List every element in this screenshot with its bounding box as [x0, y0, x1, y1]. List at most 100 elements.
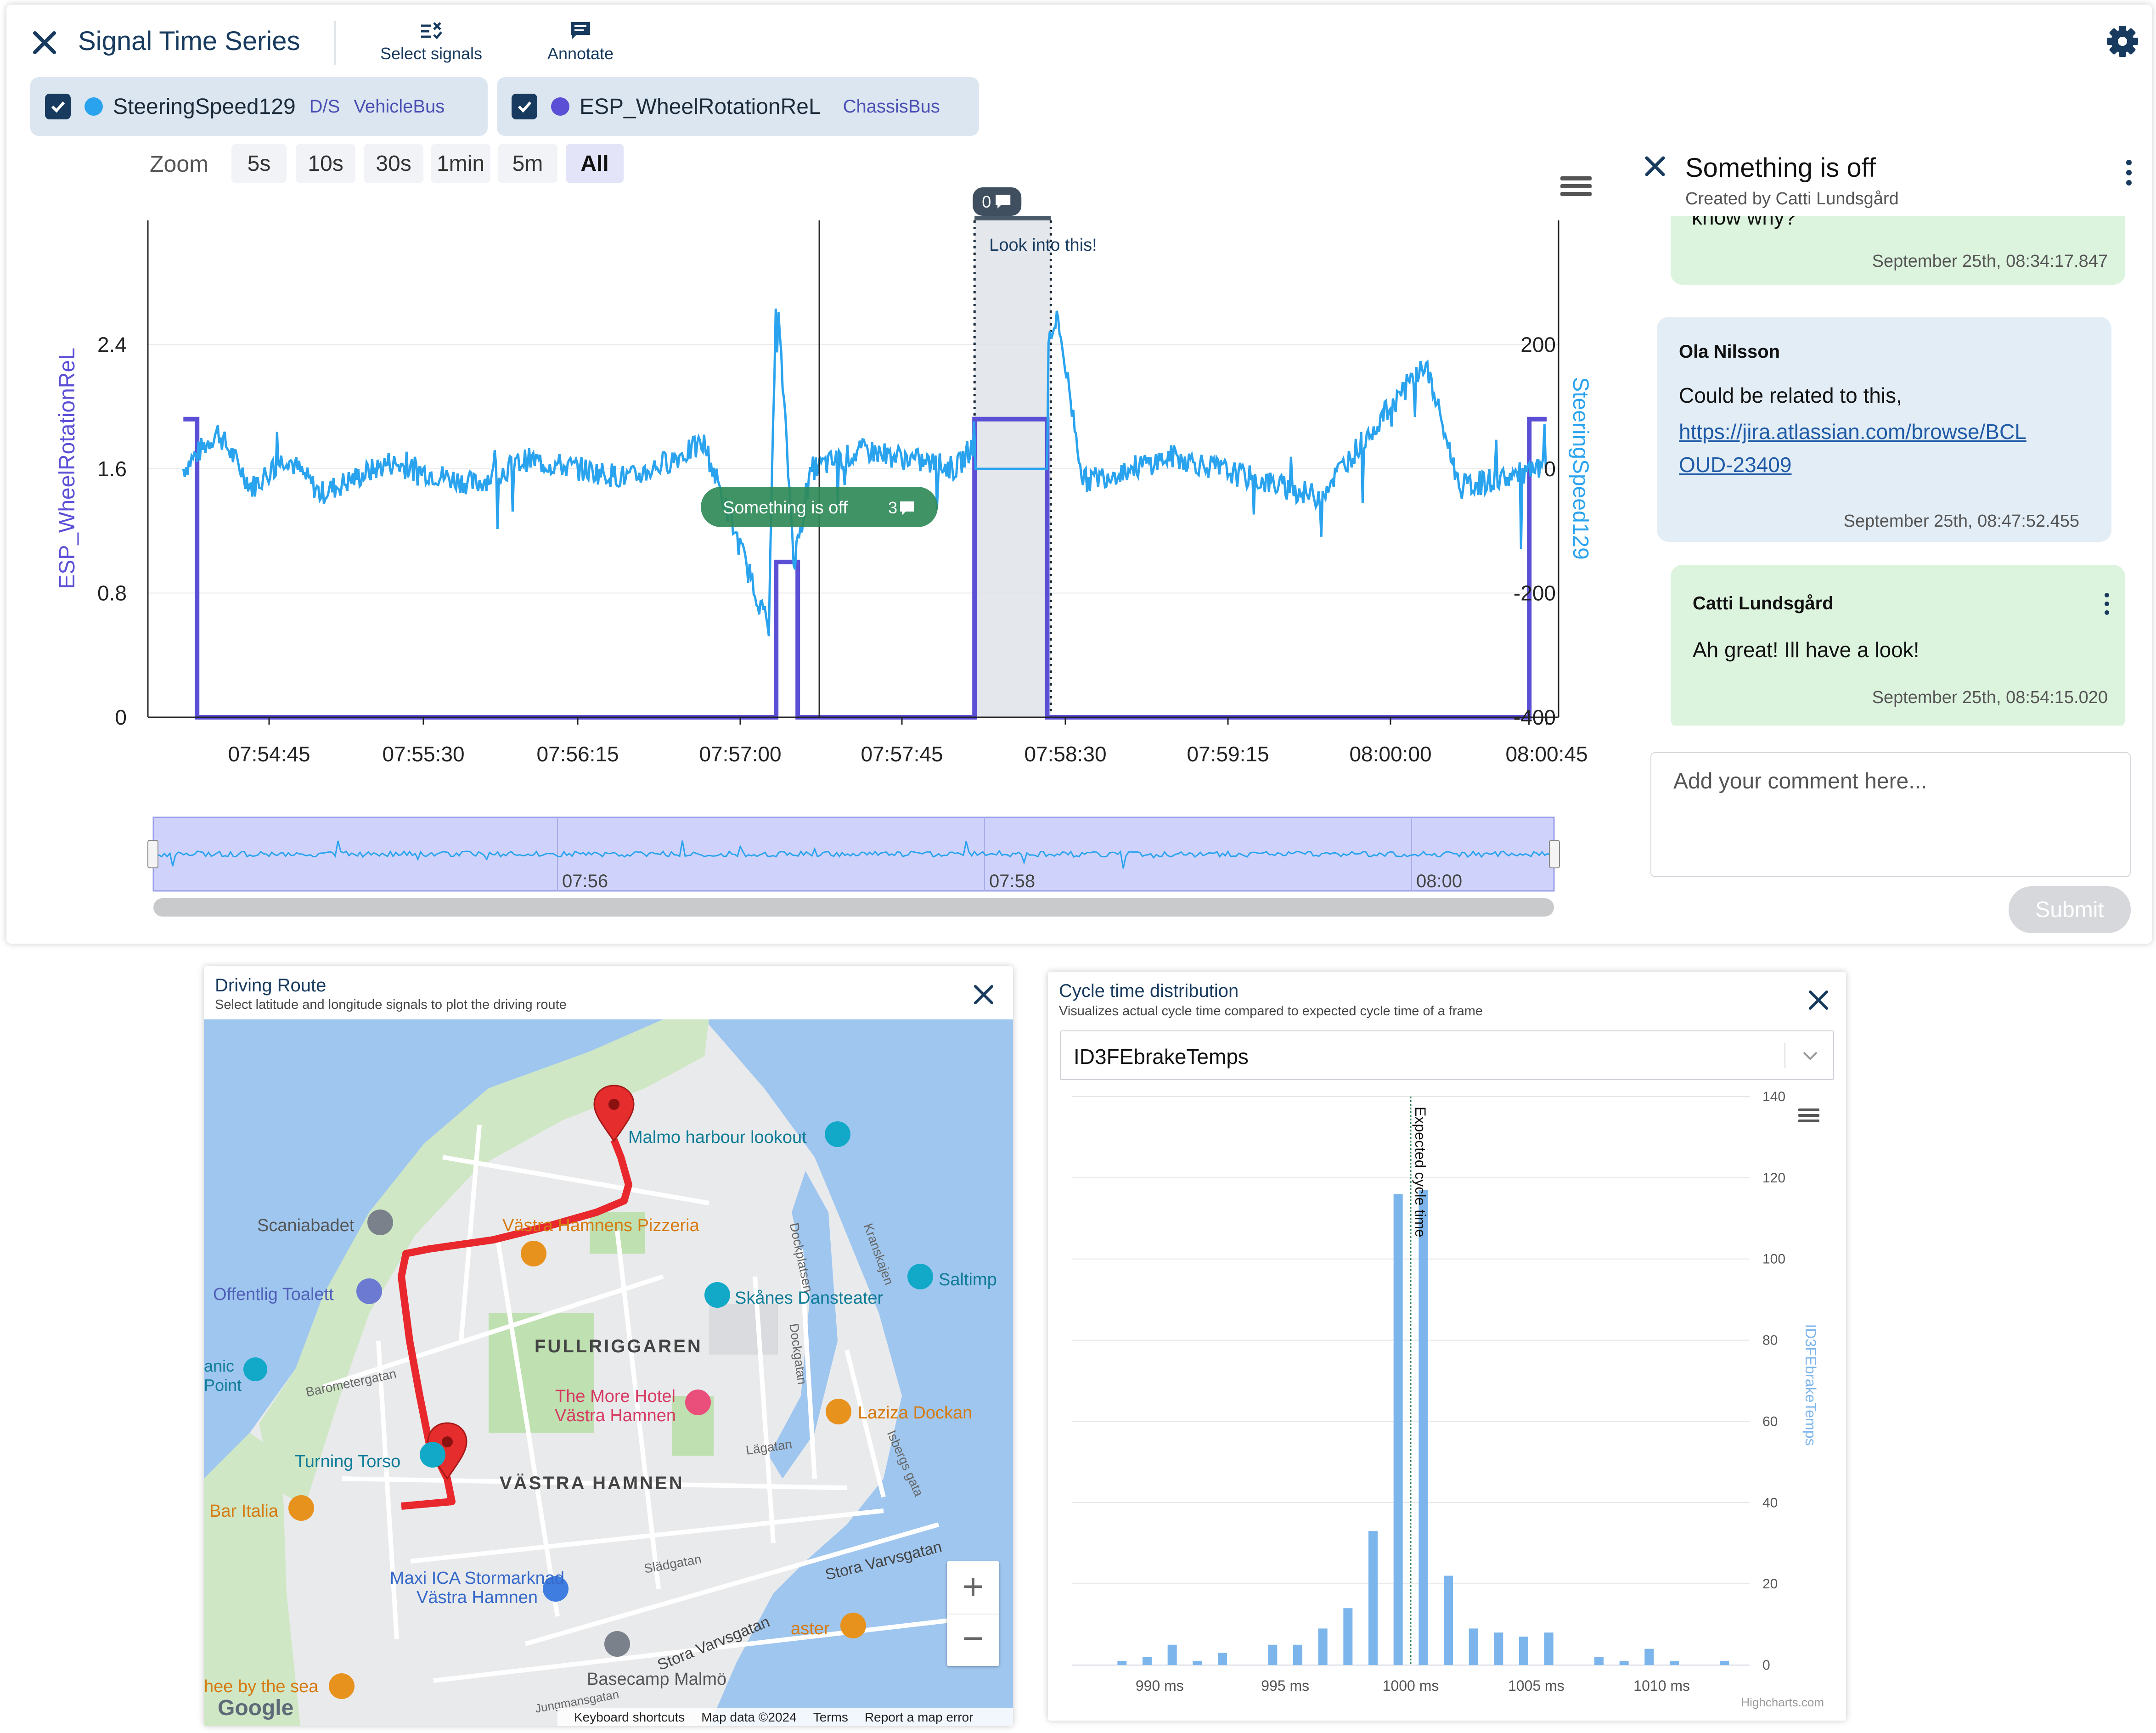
submit-button[interactable]: Submit [2009, 886, 2131, 933]
x-tick-label: 995 ms [1261, 1677, 1309, 1694]
comment-list[interactable]: know why? September 25th, 08:34:17.847 O… [1632, 216, 2142, 726]
y-tick-label: 80 [1762, 1333, 1778, 1348]
link-line: https://jira.atlassian.com/browse/BCL [1679, 420, 2027, 444]
comment-bubble: Catti Lundsgård Ah great! Ill have a loo… [1671, 565, 2125, 726]
more-options-icon[interactable] [2123, 158, 2134, 190]
histogram-bar [1343, 1608, 1353, 1665]
comment-bubble: Ola Nilsson Could be related to this, ht… [1657, 317, 2111, 542]
district-label: VÄSTRA HAMNEN [500, 1473, 684, 1493]
annotation-range-bar [974, 216, 1051, 220]
histogram-bar [1318, 1628, 1328, 1665]
annotation-badge: Something is off 3 [701, 487, 938, 527]
annotation-label: Look into this! [989, 236, 1097, 255]
x-tick-label: 07:57:00 [699, 742, 781, 766]
histogram-bar [1293, 1644, 1302, 1665]
navigator-label: 08:00 [1416, 871, 1462, 891]
y-right-tick-label: 0 [1544, 457, 1556, 481]
poi-label[interactable]: Offentlig Toalett [213, 1285, 334, 1305]
cycle-time-chart[interactable]: 0 20 40 60 80 100 120 140 ID3FEbrakeTemps 990 ms 9… [1048, 972, 1846, 1721]
comment-input-placeholder: Add your comment here... [1673, 769, 1927, 793]
histogram-bar [1544, 1632, 1554, 1665]
gear-icon [2107, 26, 2138, 57]
annotation-count: 3 [888, 498, 897, 517]
comment-text: Could be related to this, [1679, 383, 1902, 407]
more-options-icon[interactable] [2102, 591, 2111, 616]
comment-timestamp: September 25th, 08:54:15.020 [1872, 688, 2108, 707]
histogram-bar [1393, 1194, 1403, 1665]
y-tick-label: 120 [1762, 1170, 1785, 1186]
map-zoom-in-button[interactable]: + [947, 1561, 999, 1614]
poi-label[interactable]: aster [791, 1619, 829, 1639]
navigator-label: 07:56 [562, 871, 608, 891]
keyboard-shortcuts-link[interactable]: Keyboard shortcuts [574, 1710, 685, 1725]
poi-label[interactable]: anic Point [204, 1356, 242, 1395]
x-tick-label: 1005 ms [1508, 1677, 1565, 1694]
poi-label[interactable]: hee by the sea [204, 1677, 318, 1697]
poi-label[interactable]: The More Hotel Västra Hamnen [542, 1387, 689, 1425]
histogram-bar [1519, 1637, 1528, 1665]
navigator-label: 07:58 [989, 871, 1035, 891]
x-tick-label: 1010 ms [1633, 1677, 1690, 1694]
poi-label[interactable]: Maxi ICA Stormarknad Västra Hamnen [388, 1569, 567, 1607]
y-right-tick-label: -200 [1514, 581, 1556, 605]
report-map-error-link[interactable]: Report a map error [865, 1710, 974, 1725]
poi-label[interactable]: Bar Italia [209, 1502, 278, 1521]
comment-author: Catti Lundsgård [1693, 593, 1834, 613]
highcharts-credit: Highcharts.com [1741, 1695, 1824, 1709]
x-tick-label: 07:56:15 [536, 742, 619, 766]
settings-button[interactable] [2104, 23, 2141, 60]
poi-label[interactable]: Laziza Dockan [858, 1403, 972, 1423]
x-tick-label: 07:54:45 [228, 742, 310, 766]
navigator-chart[interactable]: 07:56 07:58 08:00 [144, 813, 1568, 923]
close-icon[interactable] [972, 983, 996, 1007]
panel-subtitle: Select latitude and longitude signals to… [215, 997, 567, 1012]
created-by: Created by Catti Lundsgård [1685, 189, 1899, 209]
poi-label[interactable]: Saltimp [939, 1270, 997, 1290]
comment-author: Ola Nilsson [1679, 342, 1780, 362]
link-line: OUD-23409 [1679, 453, 1792, 477]
google-logo: Google [218, 1696, 294, 1720]
navigator-handle-right [1549, 840, 1560, 868]
histogram-bar [1619, 1661, 1629, 1665]
comment-input[interactable]: Add your comment here... [1650, 752, 2131, 877]
y-tick-label: 140 [1762, 1089, 1785, 1104]
y-tick-label: 0 [1762, 1658, 1770, 1673]
x-tick-label: 07:57:45 [861, 742, 943, 766]
y-right-tick-label: 200 [1520, 333, 1556, 357]
poi-label[interactable]: Turning Torso [295, 1452, 400, 1472]
comment-link[interactable]: https://jira.atlassian.com/browse/BCL OU… [1679, 415, 2027, 481]
comment-timestamp: September 25th, 08:47:52.455 [1843, 512, 2079, 531]
poi-label[interactable]: Scaniabadet [257, 1216, 354, 1236]
poi-label[interactable]: Västra Hamnens Pizzeria [502, 1216, 699, 1236]
poi-label[interactable]: Malmo harbour lookout [628, 1128, 807, 1148]
close-icon[interactable] [1641, 152, 1669, 180]
histogram-bar [1444, 1575, 1453, 1665]
y-tick-label: 60 [1762, 1414, 1778, 1429]
x-tick-label: 08:00:00 [1349, 742, 1431, 766]
map-zoom-controls: + − [947, 1561, 999, 1666]
navigator-scrollbar [153, 898, 1554, 917]
terms-link[interactable]: Terms [813, 1710, 848, 1725]
poi-label[interactable]: Basecamp Malmö [587, 1670, 726, 1689]
histogram-bar [1117, 1661, 1127, 1665]
histogram-bar [1494, 1632, 1503, 1665]
map-zoom-out-button[interactable]: − [947, 1614, 999, 1667]
y-left-tick-label: 1.6 [97, 457, 127, 481]
histogram-bar [1193, 1661, 1202, 1665]
x-tick-label: 07:59:15 [1187, 742, 1269, 766]
x-tick-label: 990 ms [1136, 1677, 1184, 1694]
annotation-count: 0 [982, 192, 991, 211]
comment-text: know why? [1692, 216, 1796, 229]
y-right-axis-title: SteeringSpeed129 [1568, 377, 1593, 560]
signal-time-series-panel: Signal Time Series Select signals Annota… [6, 5, 2152, 944]
series-line-steering-speed [182, 308, 1547, 636]
comment-timestamp: September 25th, 08:34:17.847 [1872, 252, 2108, 271]
histogram-bar [1143, 1657, 1152, 1665]
y-left-tick-label: 2.4 [97, 333, 127, 357]
x-tick-label: 1000 ms [1383, 1677, 1439, 1694]
map-view[interactable]: Malmo harbour lookout Scaniabadet Västra… [204, 1019, 1013, 1726]
comment-bubble: know why? September 25th, 08:34:17.847 [1671, 216, 2125, 285]
time-series-chart[interactable]: 0 Look into this! 0 0.8 1.6 2.4 -400 -200 0 200 E… [6, 5, 1604, 944]
district-label: FULLRIGGAREN [535, 1336, 703, 1356]
panel-title: Driving Route [215, 975, 326, 996]
